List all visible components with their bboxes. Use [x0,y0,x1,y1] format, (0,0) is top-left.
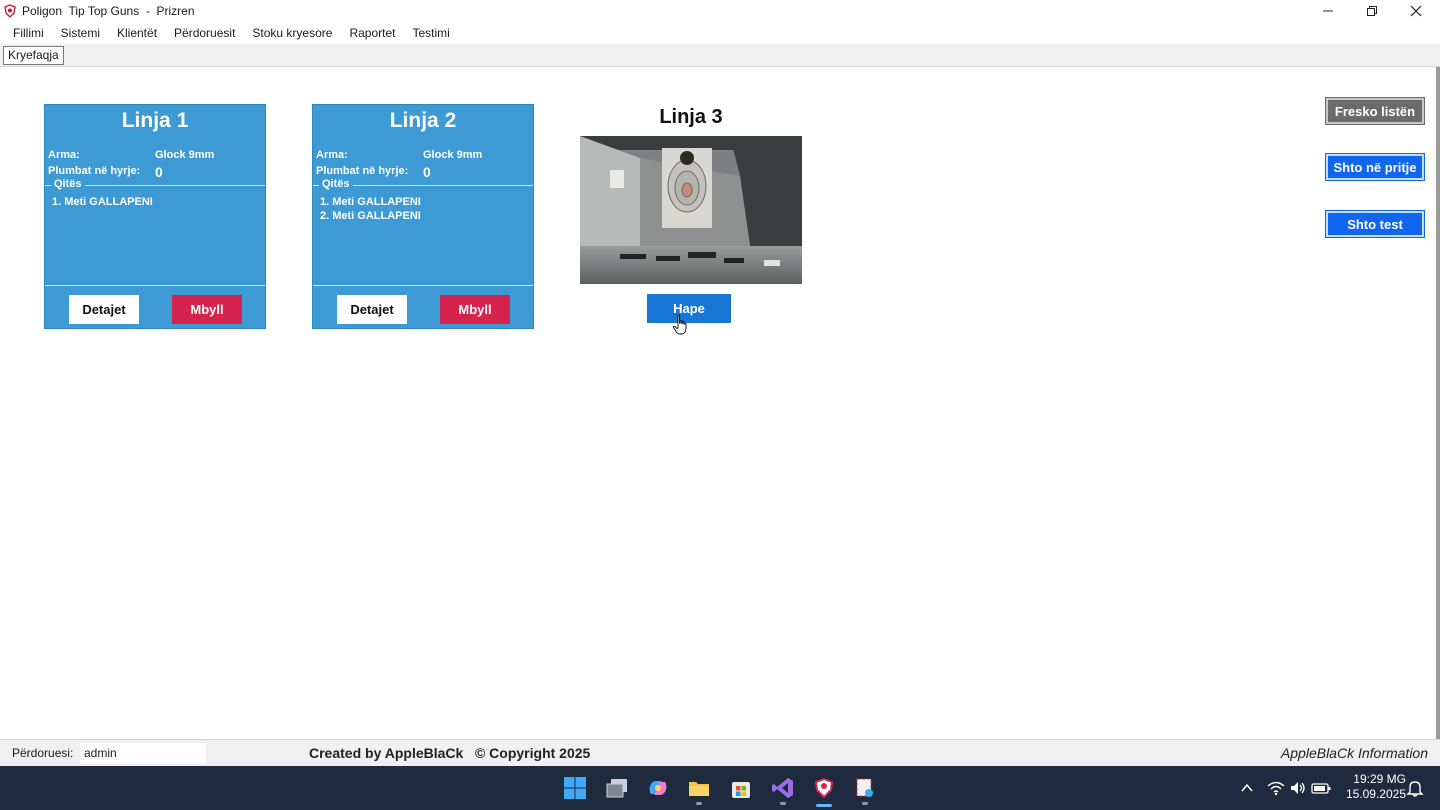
poligon-app-button[interactable] [810,774,838,802]
task-view-button[interactable] [603,774,631,802]
shooting-range-picture [580,136,802,284]
menu-raportet[interactable]: Raportet [340,22,403,44]
tab-kryefaqja[interactable]: Kryefaqja [3,46,64,65]
minimize-button[interactable] [1306,0,1350,22]
shooter-item[interactable]: 2. Meti GALLAPENI [320,210,421,222]
shooters-group: Qitës 1. Meti GALLAPENI 2. Meti GALLAPEN… [313,178,533,286]
copilot-icon [649,781,667,795]
windows-logo-icon [564,777,586,799]
add-waiting-button[interactable]: Shto në pritje [1325,153,1425,181]
shooting-range-image [580,136,802,284]
battery-icon [1311,783,1331,794]
tab-strip: Kryefaqja [0,44,1440,67]
clock-time: 19:29 MG [1353,772,1406,786]
app-shield-icon [814,777,834,799]
taskbar: 19:29 MG 15.09.2025 [0,766,1440,810]
minimize-icon [1323,10,1333,12]
bullets-label: Plumbat në hyrje: [48,165,141,177]
title-bar: Poligon Tip Top Guns - Prizren [0,0,1440,22]
refresh-list-button[interactable]: Fresko listën [1325,97,1425,125]
credit-text: Created by AppleBlaCk © Copyright 2025 [309,745,591,761]
bullets-value: 0 [155,164,163,180]
weapon-label: Arma: [316,149,348,161]
weapon-label: Arma: [48,149,80,161]
visual-studio-icon [772,778,793,798]
weapon-value: Glock 9mm [155,149,215,161]
store-icon [732,782,750,798]
app-logo-icon [4,4,16,18]
bullets-value: 0 [423,164,431,180]
line-card-2: Linja 2 Arma: Glock 9mm Plumbat në hyrje… [312,104,534,329]
system-clock[interactable]: 19:29 MG 15.09.2025 [1336,772,1406,802]
line-title: Linja 1 [121,109,189,132]
shooters-label: Qitës [319,178,353,190]
menu-stoku-kryesore[interactable]: Stoku kryesore [243,22,340,44]
folder-icon [689,782,709,796]
menu-bar: Fillimi Sistemi Klientët Përdoruesit Sto… [0,22,1440,44]
window-title: Poligon Tip Top Guns - Prizren [22,4,195,18]
menu-testimi[interactable]: Testimi [403,22,457,44]
weapon-value: Glock 9mm [423,149,483,161]
menu-sistemi[interactable]: Sistemi [52,22,108,44]
volume-button[interactable] [1288,778,1308,798]
line-card-1: Linja 1 Arma: Glock 9mm Plumbat në hyrje… [44,104,266,329]
close-icon [1410,5,1422,17]
hand-cursor-icon [672,314,687,335]
shooter-item[interactable]: 1. Meti GALLAPENI [320,196,421,208]
menu-klientet[interactable]: Klientët [108,22,165,44]
line-title: Linja 3 [659,106,723,128]
info-text[interactable]: AppleBlaCk Information [1281,745,1428,761]
status-bar: Përdoruesi: admin Created by AppleBlaCk … [0,739,1440,766]
menu-fillimi[interactable]: Fillimi [0,22,52,44]
close-line-button[interactable]: Mbyll [440,295,510,324]
chevron-up-icon [1241,783,1253,792]
notifications-button[interactable] [1405,778,1425,798]
tray-overflow-button[interactable] [1237,778,1257,798]
store-button[interactable] [727,774,755,802]
snipping-tool-button[interactable] [851,774,879,802]
line-title: Linja 2 [389,109,457,132]
clock-date: 15.09.2025 [1345,787,1406,801]
restore-icon [1367,6,1377,16]
menu-perdoruesit[interactable]: Përdoruesit [165,22,243,44]
open-line-button[interactable]: Hape [647,294,731,323]
notification-bell-icon [1406,781,1424,797]
snipping-tool-icon [856,778,873,797]
task-view-icon [606,779,627,798]
shooters-group: Qitës 1. Meti GALLAPENI [45,178,265,286]
details-button[interactable]: Detajet [337,295,407,324]
start-button[interactable] [561,774,589,802]
close-line-button[interactable]: Mbyll [172,295,242,324]
add-test-button[interactable]: Shto test [1325,210,1425,238]
close-window-button[interactable] [1394,0,1438,22]
user-value: admin [80,743,206,764]
copilot-button[interactable] [644,774,672,802]
visual-studio-button[interactable] [769,774,797,802]
wifi-icon [1267,781,1285,796]
shooter-item[interactable]: 1. Meti GALLAPENI [52,196,153,208]
network-button[interactable] [1266,778,1286,798]
details-button[interactable]: Detajet [69,295,139,324]
restore-button[interactable] [1350,0,1394,22]
speaker-icon [1291,782,1305,794]
user-label: Përdoruesi: [12,746,74,760]
bullets-label: Plumbat në hyrje: [316,165,409,177]
window-right-border [1436,67,1440,739]
file-explorer-button[interactable] [685,774,713,802]
shooters-label: Qitës [51,178,85,190]
battery-button[interactable] [1311,778,1331,798]
